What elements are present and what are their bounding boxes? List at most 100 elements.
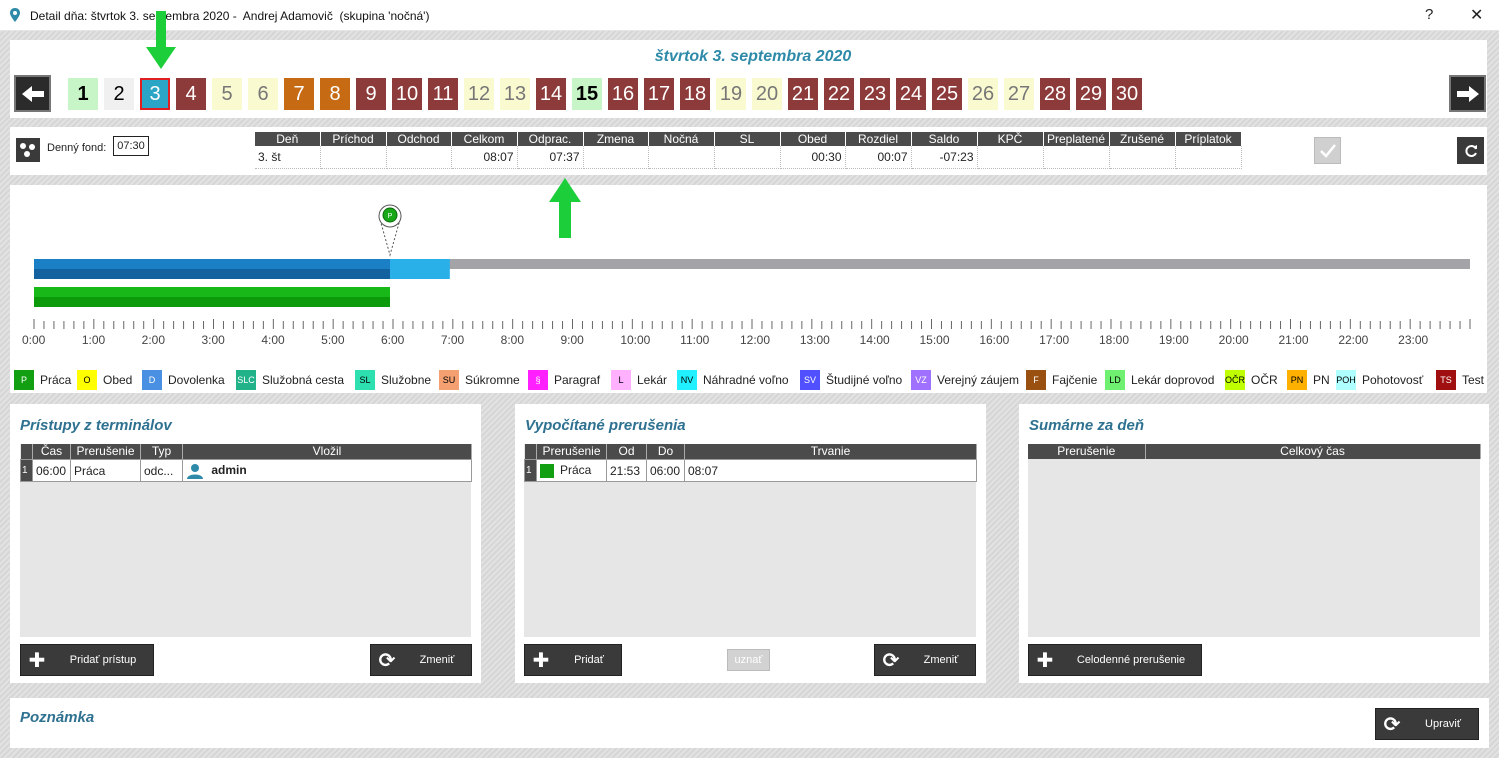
day-6[interactable]: 6 <box>248 78 278 110</box>
computed-to: 06:00 <box>646 459 685 482</box>
col-break[interactable]: Prerušenie <box>1028 444 1146 459</box>
col-duration[interactable]: Trvanie <box>684 444 977 460</box>
day-11[interactable]: 11 <box>428 78 458 110</box>
col-kind[interactable]: Typ <box>140 444 183 460</box>
hour-label-3: 3:00 <box>201 333 225 347</box>
note-panel: Poznámka ⟳ Upraviť <box>10 698 1489 748</box>
col-to[interactable]: Do <box>646 444 685 460</box>
hour-label-8: 8:00 <box>500 333 525 347</box>
day-12[interactable]: 12 <box>464 78 494 110</box>
day-25[interactable]: 25 <box>932 78 962 110</box>
add-access-button[interactable]: ✚ Pridať prístup <box>20 644 154 676</box>
plus-icon: ✚ <box>28 649 46 672</box>
table-row[interactable]: 1 Práca 21:53 06:00 08:07 <box>524 459 977 482</box>
legend-item-3: SLC Služobná cesta <box>236 370 344 390</box>
title-bar: Detail dňa: štvrtok 3. septembra 2020 - … <box>0 0 1499 31</box>
legend-swatch: D <box>142 370 162 390</box>
col-time[interactable]: Čas <box>32 444 71 460</box>
change-access-button[interactable]: ⟳ Zmeniť <box>370 644 472 676</box>
day-24[interactable]: 24 <box>896 78 926 110</box>
hour-label-0: 0:00 <box>22 333 46 347</box>
legend-swatch: SV <box>800 370 820 390</box>
col-break[interactable]: Prerušenie <box>536 444 607 460</box>
day-7[interactable]: 7 <box>284 78 314 110</box>
summary-cell-5 <box>583 146 649 169</box>
legend-item-2: D Dovolenka <box>142 370 225 390</box>
legend-swatch: SLC <box>236 370 256 390</box>
day-21[interactable]: 21 <box>788 78 818 110</box>
day-22[interactable]: 22 <box>824 78 854 110</box>
add-break-button[interactable]: ✚ Pridať <box>524 644 622 676</box>
day-16[interactable]: 16 <box>608 78 638 110</box>
col-type[interactable]: Prerušenie <box>70 444 141 460</box>
fond-value[interactable]: 07:30 <box>113 136 149 156</box>
day-23[interactable]: 23 <box>860 78 890 110</box>
legend-swatch: SL <box>355 370 375 390</box>
refresh-icon: ⟳ <box>882 649 900 672</box>
next-day-button[interactable] <box>1449 75 1486 112</box>
shift-worked-bar-bottom <box>34 269 391 279</box>
day-29[interactable]: 29 <box>1076 78 1106 110</box>
day-2[interactable]: 2 <box>104 78 134 110</box>
structure-icon[interactable] <box>16 138 40 162</box>
day-5[interactable]: 5 <box>212 78 242 110</box>
day-3[interactable]: 3 <box>140 78 170 110</box>
legend-label: Obed <box>103 373 133 387</box>
access-table: Čas Prerušenie Typ Vložil 1 06:00 Práca … <box>20 444 472 482</box>
legend-item-0: P Práca <box>14 370 71 390</box>
legend-item-9: SV Študijné voľno <box>800 370 902 390</box>
hour-label-19: 19:00 <box>1158 333 1189 347</box>
break-color-swatch <box>540 463 554 478</box>
full-day-break-button[interactable]: ✚ Celodenné prerušenie <box>1028 644 1202 676</box>
refresh-button[interactable] <box>1457 137 1484 164</box>
note-title: Poznámka <box>20 709 95 726</box>
day-13[interactable]: 13 <box>500 78 530 110</box>
summary-col-5: Zmena <box>583 132 649 146</box>
hour-label-9: 9:00 <box>560 333 584 347</box>
window-title: Detail dňa: štvrtok 3. septembra 2020 - … <box>30 9 430 23</box>
change-break-button[interactable]: ⟳ Zmeniť <box>874 644 976 676</box>
close-button[interactable]: ✕ <box>1470 5 1483 25</box>
day-1[interactable]: 1 <box>68 78 98 110</box>
summary-cell-0: 3. št <box>255 146 321 169</box>
day-9[interactable]: 9 <box>356 78 386 110</box>
legend-label: Študijné voľno <box>826 373 903 387</box>
prev-day-button[interactable] <box>14 75 51 112</box>
day-18[interactable]: 18 <box>680 78 710 110</box>
access-time: 06:00 <box>32 459 71 482</box>
legend-swatch: POH <box>1336 370 1356 390</box>
day-8[interactable]: 8 <box>320 78 350 110</box>
summary-cell-1 <box>320 146 387 169</box>
refresh-icon: ⟳ <box>1383 713 1401 736</box>
col-from[interactable]: Od <box>606 444 647 460</box>
col-total[interactable]: Celkový čas <box>1145 444 1481 459</box>
day-4[interactable]: 4 <box>176 78 206 110</box>
day-26[interactable]: 26 <box>968 78 998 110</box>
legend-swatch: TS <box>1436 370 1456 390</box>
row-num: 1 <box>524 459 537 482</box>
accept-button[interactable]: uznať <box>727 649 770 671</box>
day-30[interactable]: 30 <box>1112 78 1142 110</box>
confirm-check-button[interactable] <box>1314 137 1341 164</box>
legend-swatch: P <box>14 370 34 390</box>
summary-col-10: Saldo <box>911 132 978 146</box>
day-19[interactable]: 19 <box>716 78 746 110</box>
day-10[interactable]: 10 <box>392 78 422 110</box>
summary-cell-11 <box>977 146 1044 169</box>
day-14[interactable]: 14 <box>536 78 566 110</box>
day-17[interactable]: 17 <box>644 78 674 110</box>
day-27[interactable]: 27 <box>1004 78 1034 110</box>
help-button[interactable]: ? <box>1425 6 1433 23</box>
computed-grid: Prerušenie Od Do Trvanie 1 Práca 21:53 0… <box>524 444 977 637</box>
summary-col-14: Príplatok <box>1175 132 1242 146</box>
table-row[interactable]: 1 06:00 Práca odc... admin <box>20 459 472 482</box>
day-20[interactable]: 20 <box>752 78 782 110</box>
check-icon <box>1319 143 1336 158</box>
green-arrow-down <box>146 11 176 69</box>
access-title: Prístupy z terminálov <box>20 417 172 434</box>
edit-note-button[interactable]: ⟳ Upraviť <box>1375 708 1479 740</box>
app-pin-icon <box>10 8 20 22</box>
day-15[interactable]: 15 <box>572 78 602 110</box>
col-user[interactable]: Vložil <box>182 444 472 460</box>
day-28[interactable]: 28 <box>1040 78 1070 110</box>
